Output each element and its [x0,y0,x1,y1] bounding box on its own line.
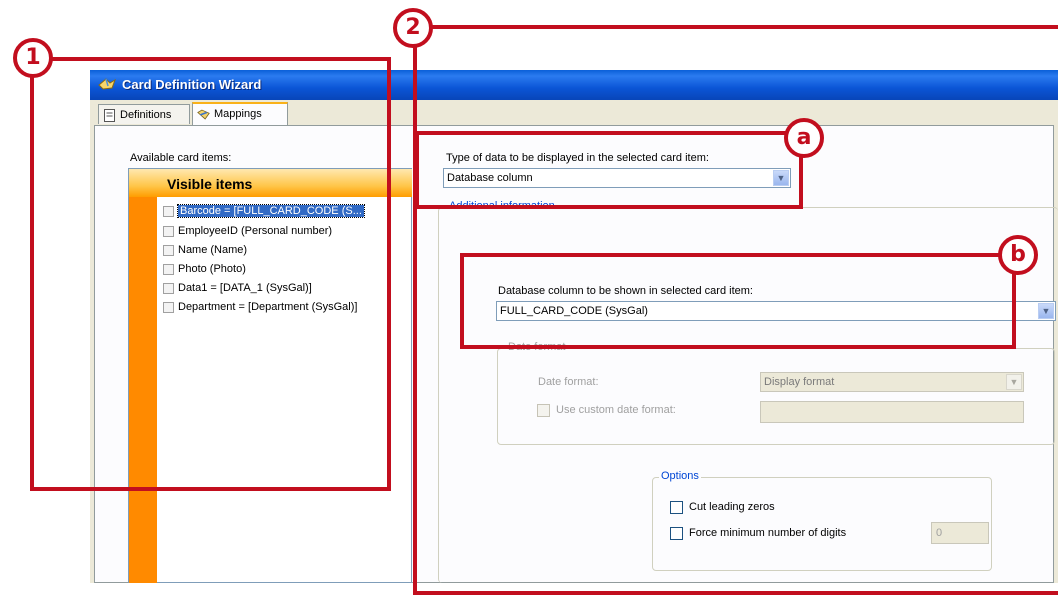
callout-2-badge: 2 [393,8,433,48]
callout-b-frame [460,253,1016,349]
callout-1-badge: 1 [13,38,53,78]
callout-a-frame [415,131,803,209]
callout-b-badge: b [998,235,1038,275]
callout-a-badge: a [784,118,824,158]
callout-1-frame [30,57,391,491]
